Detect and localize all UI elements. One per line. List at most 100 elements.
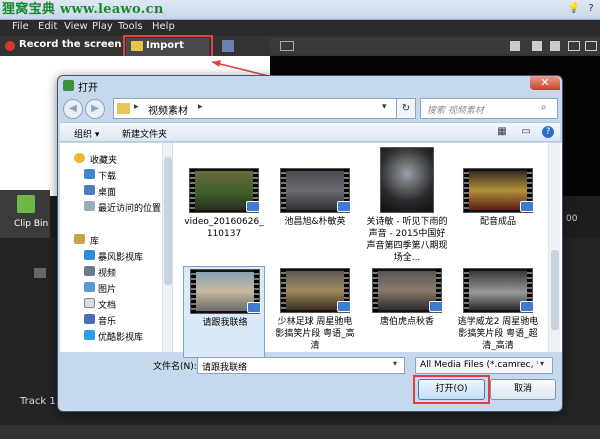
file-tile[interactable]: 配音成品: [457, 166, 539, 258]
file-type-select[interactable]: All Media Files (*.camrec, *.a ▾: [415, 357, 553, 374]
video-thumbnail: [380, 147, 434, 213]
file-scroll-thumb[interactable]: [551, 250, 559, 330]
library-icon: [74, 234, 85, 244]
video-file-icon: [520, 301, 534, 312]
nav-item-videos[interactable]: 视频: [98, 266, 116, 279]
video-file-icon: [337, 201, 351, 212]
file-name: video_20160626_110137: [184, 217, 264, 239]
nav-item-youku-video[interactable]: 优酷影视库: [98, 330, 143, 343]
back-button[interactable]: ◀: [63, 99, 83, 119]
menu-edit[interactable]: Edit: [38, 21, 57, 32]
cancel-button[interactable]: 取消: [490, 379, 556, 400]
menu-help[interactable]: Help: [152, 21, 175, 32]
close-button[interactable]: ✕: [530, 76, 560, 90]
clip-bin-icon: [17, 195, 35, 213]
nav-item-downloads[interactable]: 下载: [98, 169, 116, 182]
video-file-icon: [247, 302, 261, 313]
thumbnail-image: [381, 148, 433, 212]
chevron-down-icon[interactable]: ▾: [540, 359, 544, 368]
file-tile[interactable]: video_20160626_110137: [183, 166, 265, 258]
zoom-icon[interactable]: [550, 41, 560, 51]
nav-item-storm-video[interactable]: 暴风影视库: [98, 250, 143, 263]
thumbnail-image: [469, 271, 527, 310]
menu-file[interactable]: File: [12, 21, 29, 32]
nav-item-documents[interactable]: 文档: [98, 298, 116, 311]
open-highlight-box: [413, 375, 490, 404]
media-dropdown-icon[interactable]: [222, 40, 234, 52]
chevron-down-icon[interactable]: ▾: [393, 359, 397, 368]
video-thumbnail: [372, 268, 443, 313]
nav-scrollbar[interactable]: [162, 143, 172, 352]
chevron-right-icon[interactable]: ▸: [134, 102, 139, 112]
app-title-bar: 狸窝宝典 www.leawo.cn 💡 ?: [0, 0, 600, 20]
file-name: 池昌旭&朴敏英: [284, 217, 346, 227]
video-file-icon: [246, 201, 260, 212]
recent-places-icon: [84, 201, 95, 211]
file-name: 请跟我联络: [202, 318, 248, 328]
video-thumbnail: [463, 268, 534, 313]
desktop-icon: [84, 185, 95, 195]
command-bar: 组织 ▾ 新建文件夹 ▦ ▭ ?: [60, 122, 560, 142]
help-icon[interactable]: ?: [542, 126, 554, 138]
pan-icon[interactable]: [532, 41, 542, 51]
menu-tools[interactable]: Tools: [118, 21, 143, 32]
file-tile-selected[interactable]: 请跟我联络: [183, 266, 265, 358]
thumbnail-image: [469, 171, 527, 210]
new-folder-button[interactable]: 新建文件夹: [122, 127, 167, 140]
settings-icon[interactable]: [34, 268, 46, 278]
video-library-icon: [84, 266, 95, 276]
file-name: 少林足球 周星驰电影搞笑片段 粤语_高清: [275, 317, 355, 351]
preview-toolbar: [270, 38, 600, 54]
search-icon[interactable]: ⌕: [541, 102, 547, 113]
libraries-header[interactable]: 库: [90, 234, 99, 247]
organize-button[interactable]: 组织 ▾: [74, 127, 99, 140]
file-tile[interactable]: 少林足球 周星驰电影搞笑片段 粤语_高清: [274, 266, 356, 358]
nav-item-recent[interactable]: 最近访问的位置: [98, 201, 161, 214]
favorites-header[interactable]: 收藏夹: [90, 153, 117, 166]
detach-icon[interactable]: [568, 41, 580, 51]
forward-button[interactable]: ▶: [85, 99, 105, 119]
youku-library-icon: [84, 330, 95, 340]
nav-item-music[interactable]: 音乐: [98, 314, 116, 327]
lightbulb-icon[interactable]: 💡: [566, 2, 582, 16]
help-icon[interactable]: ?: [583, 2, 599, 16]
breadcrumb[interactable]: 视频素材: [148, 102, 188, 117]
clip-bin-tab[interactable]: Clip Bin: [0, 190, 50, 238]
file-tile[interactable]: 唐伯虎点秋香: [366, 266, 448, 358]
menu-play[interactable]: Play: [92, 21, 113, 32]
file-scrollbar[interactable]: [548, 143, 560, 352]
file-tile[interactable]: 池昌旭&朴敏英: [274, 166, 356, 258]
crop-icon[interactable]: [510, 41, 520, 51]
chevron-down-icon[interactable]: ▾: [382, 102, 387, 112]
filename-label: 文件名(N):: [153, 362, 197, 372]
view-options-icon[interactable]: ▦: [496, 126, 508, 138]
nav-item-pictures[interactable]: 图片: [98, 282, 116, 295]
folder-icon: [117, 103, 130, 114]
timeline-scrollbar[interactable]: [0, 425, 600, 439]
refresh-button[interactable]: ↻: [396, 98, 416, 119]
star-icon: [74, 153, 85, 163]
record-icon: [5, 41, 15, 51]
thumbnail-image: [286, 271, 344, 310]
address-bar[interactable]: ▸ 视频素材 ▸ ▾: [113, 98, 416, 119]
canvas-icon[interactable]: [280, 41, 294, 51]
chevron-right-icon[interactable]: ▸: [198, 102, 203, 112]
video-thumbnail: [190, 269, 261, 314]
nav-scroll-thumb[interactable]: [164, 157, 172, 285]
video-thumbnail: [189, 168, 260, 213]
file-tile[interactable]: 关诗敏 - 听见下雨的声音 - 2015中国好声音第四季第八期现场全...: [366, 145, 448, 263]
fullscreen-icon[interactable]: [585, 41, 597, 51]
file-name: 配音成品: [479, 217, 516, 227]
search-input[interactable]: 搜索 视频素材 ⌕: [420, 98, 558, 119]
nav-item-desktop[interactable]: 桌面: [98, 185, 116, 198]
file-name: 唐伯虎点秋香: [379, 317, 434, 327]
preview-pane-icon[interactable]: ▭: [520, 126, 532, 138]
filename-input[interactable]: 请跟我联络 ▾: [197, 357, 405, 374]
dialog-app-icon: [63, 80, 74, 91]
menu-view[interactable]: View: [64, 21, 88, 32]
file-tile[interactable]: 逃学威龙2 周星驰电影搞笑片段 粤语_超清_高清: [457, 266, 539, 358]
watermark: 狸窝宝典 www.leawo.cn: [2, 0, 164, 19]
video-file-icon: [520, 201, 534, 212]
video-thumbnail: [463, 168, 534, 213]
record-screen-button[interactable]: Record the screen: [19, 39, 122, 50]
